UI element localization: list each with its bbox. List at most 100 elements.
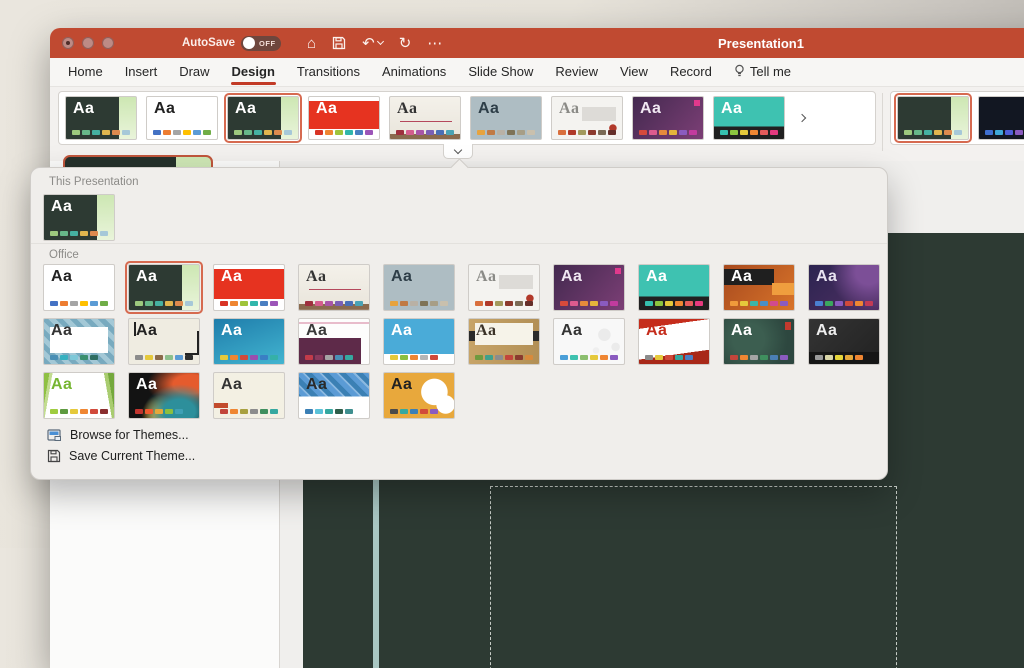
theme-thumbnail[interactable]: Aa <box>723 264 795 311</box>
tab-animations[interactable]: Animations <box>372 59 456 86</box>
theme-color-swatches <box>558 130 616 135</box>
theme-thumbnail-selected[interactable]: Aa <box>227 96 299 140</box>
theme-color-swatches <box>560 355 618 360</box>
theme-color-swatches <box>645 301 703 306</box>
theme-thumbnail[interactable]: Aa <box>298 318 370 365</box>
theme-aa-label: Aa <box>221 269 242 285</box>
theme-thumbnail[interactable]: Aa <box>65 96 137 140</box>
tab-home[interactable]: Home <box>58 59 113 86</box>
theme-aa-label: Aa <box>816 323 837 339</box>
theme-thumbnail[interactable]: Aa <box>298 372 370 419</box>
tab-record[interactable]: Record <box>660 59 722 86</box>
theme-thumbnail[interactable]: Aa <box>43 194 115 241</box>
theme-color-swatches <box>477 130 535 135</box>
design-ribbon: AaAaAaAaAaAaAaAaAa <box>50 87 1024 161</box>
tab-view[interactable]: View <box>610 59 658 86</box>
tab-review[interactable]: Review <box>545 59 608 86</box>
tab-label: Tell me <box>750 64 791 79</box>
theme-thumbnail[interactable]: Aa <box>713 96 785 140</box>
theme-color-swatches <box>234 130 292 135</box>
theme-thumbnail[interactable]: Aa <box>638 318 710 365</box>
theme-color-swatches <box>815 301 873 306</box>
theme-thumbnail[interactable] <box>978 96 1024 140</box>
autosave-toggle[interactable]: OFF <box>241 36 281 51</box>
tab-label: Home <box>68 64 103 79</box>
theme-thumbnail[interactable]: Aa <box>808 264 880 311</box>
theme-thumbnail[interactable]: Aa <box>553 318 625 365</box>
tab-label: View <box>620 64 648 79</box>
close-window-button[interactable] <box>62 37 74 49</box>
minimize-window-button[interactable] <box>82 37 94 49</box>
tab-transitions[interactable]: Transitions <box>287 59 370 86</box>
save-current-theme-button[interactable]: Save Current Theme... <box>47 449 195 463</box>
undo-dropdown-icon[interactable] <box>377 38 384 45</box>
theme-thumbnail[interactable]: Aa <box>43 264 115 311</box>
theme-thumbnail[interactable]: Aa <box>632 96 704 140</box>
more-commands-icon[interactable]: ⋯ <box>427 36 442 51</box>
save-icon[interactable] <box>332 36 346 50</box>
tab-draw[interactable]: Draw <box>169 59 219 86</box>
home-icon[interactable]: ⌂ <box>307 36 316 51</box>
gallery-scroll-right-button[interactable] <box>794 98 810 138</box>
text-placeholder-selection[interactable] <box>490 486 897 668</box>
theme-thumbnail[interactable]: Aa <box>808 318 880 365</box>
autosave-state: OFF <box>259 39 276 48</box>
save-current-theme-label: Save Current Theme... <box>69 449 195 463</box>
theme-color-swatches <box>390 301 448 306</box>
theme-thumbnail[interactable]: Aa <box>383 264 455 311</box>
browse-for-themes-button[interactable]: Browse for Themes... <box>47 428 195 442</box>
theme-color-swatches <box>72 130 130 135</box>
ribbon-divider <box>882 93 883 151</box>
theme-thumbnail[interactable]: Aa <box>128 372 200 419</box>
zoom-window-button[interactable] <box>102 37 114 49</box>
theme-color-swatches <box>475 301 533 306</box>
theme-thumbnail[interactable]: Aa <box>43 372 115 419</box>
theme-color-swatches <box>305 301 363 306</box>
theme-thumbnail[interactable]: Aa <box>383 318 455 365</box>
theme-thumbnail[interactable]: Aa <box>723 318 795 365</box>
theme-thumbnail[interactable]: Aa <box>308 96 380 140</box>
theme-aa-label: Aa <box>306 323 327 339</box>
theme-aa-label: Aa <box>51 323 72 339</box>
tab-label: Slide Show <box>468 64 533 79</box>
themes-expand-button[interactable] <box>443 144 473 159</box>
tab-tell-me[interactable]: Tell me <box>724 59 801 86</box>
theme-thumbnail[interactable]: Aa <box>298 264 370 311</box>
tab-label: Record <box>670 64 712 79</box>
theme-thumbnail-selected[interactable]: Aa <box>128 264 200 311</box>
theme-thumbnail[interactable]: Aa <box>128 318 200 365</box>
theme-thumbnail[interactable]: Aa <box>468 264 540 311</box>
theme-thumbnail[interactable]: Aa <box>551 96 623 140</box>
theme-aa-label: Aa <box>51 269 72 285</box>
theme-color-swatches <box>135 301 193 306</box>
theme-thumbnail[interactable]: Aa <box>553 264 625 311</box>
theme-thumbnail[interactable]: Aa <box>43 318 115 365</box>
theme-thumbnail[interactable]: Aa <box>213 372 285 419</box>
theme-aa-label: Aa <box>221 323 242 339</box>
theme-aa-label: Aa <box>731 323 752 339</box>
theme-aa-label: Aa <box>640 101 661 117</box>
theme-aa-label: Aa <box>476 323 497 339</box>
theme-color-swatches <box>50 301 108 306</box>
ribbon-tab-bar: Home InsertDrawDesignTransitionsAnimation… <box>50 58 1024 87</box>
theme-thumbnail[interactable]: Aa <box>638 264 710 311</box>
theme-color-swatches <box>220 301 278 306</box>
theme-color-swatches <box>50 231 108 236</box>
theme-thumbnail[interactable]: Aa <box>213 264 285 311</box>
tab-label: Review <box>555 64 598 79</box>
redo-button[interactable]: ↻ <box>399 36 412 51</box>
theme-thumbnail[interactable]: Aa <box>468 318 540 365</box>
theme-aa-label: Aa <box>51 377 72 393</box>
theme-thumbnail-selected[interactable] <box>897 96 969 140</box>
undo-button[interactable]: ↶ <box>362 36 383 51</box>
theme-thumbnail[interactable]: Aa <box>470 96 542 140</box>
theme-thumbnail[interactable]: Aa <box>213 318 285 365</box>
tab-slide-show[interactable]: Slide Show <box>458 59 543 86</box>
theme-thumbnail[interactable]: Aa <box>146 96 218 140</box>
tab-insert[interactable]: Insert <box>115 59 168 86</box>
theme-aa-label: Aa <box>561 269 582 285</box>
tab-design[interactable]: Design <box>222 59 285 86</box>
theme-thumbnail[interactable]: Aa <box>389 96 461 140</box>
theme-color-swatches <box>50 355 98 360</box>
theme-thumbnail[interactable]: Aa <box>383 372 455 419</box>
